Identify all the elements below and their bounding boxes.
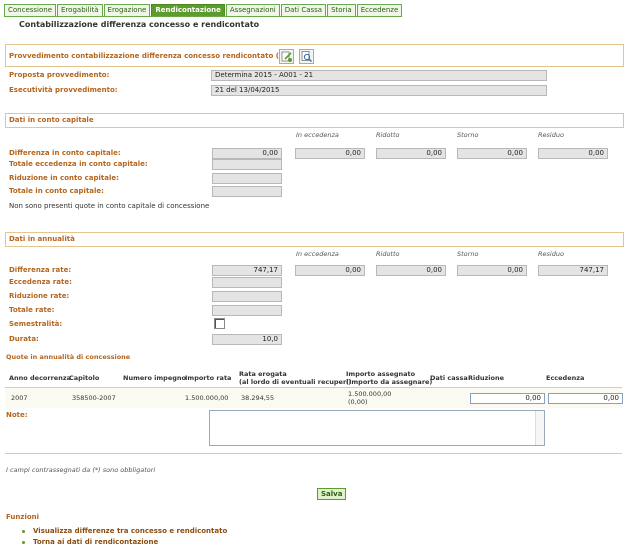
proposta-field[interactable]: Determina 2015 - A001 - 21 [211,70,547,81]
note-textarea[interactable] [209,410,545,446]
quote-title: Quote in annualità di concessione [6,353,131,361]
required-note: I campi contrassegnati da (*) sono obbli… [6,466,156,474]
cc-tot-ecc-field [212,159,282,170]
col-rata-2: (al lordo di eventuali recuperi) [239,378,352,386]
col-numero: Numero impegno [123,374,186,382]
cc-rid-label: Riduzione in conto capitale: [9,174,119,182]
row-importo: 1.500.000,00 [185,394,229,402]
bullet-icon [22,541,25,544]
search-icon[interactable] [299,49,314,64]
save-button[interactable]: Salva [317,488,347,500]
conto-capitale-section [5,113,624,128]
esecutivita-label: Esecutività provvedimento: [9,86,118,94]
cc-tot-label: Totale in conto capitale: [9,187,104,195]
an-header-residuo: Residuo [538,250,564,258]
col-assegnato-1: Importo assegnato [346,370,416,378]
note-divider [5,453,622,454]
conto-capitale-title: Dati in conto capitale [9,116,94,124]
an-eccedenza-value: 0,00 [295,265,365,276]
an-header-storno: Storno [457,250,479,258]
col-anno: Anno decorrenza [9,374,72,382]
an-ecc-label: Eccedenza rate: [9,278,72,286]
an-durata-label: Durata: [9,335,39,343]
col-riduzione: Riduzione [468,374,505,382]
an-diff-label: Differenza rate: [9,266,72,274]
an-residuo-value: 747,17 [538,265,608,276]
an-diff-value: 747,17 [212,265,282,276]
an-rid-label: Riduzione rate: [9,292,70,300]
cc-header-residuo: Residuo [538,131,564,139]
eccedenza-input[interactable]: 0,00 [548,393,623,404]
annualita-section [5,232,624,247]
col-assegnato-2: (Importo da assegnare) [346,378,433,386]
cc-eccedenza-value: 0,00 [295,148,365,159]
tab-underline [4,16,382,17]
cc-ridotto-value: 0,00 [376,148,446,159]
funzioni-title: Funzioni [6,513,40,521]
col-rata-1: Rata erogata [239,370,287,378]
semestralita-checkbox[interactable] [214,318,225,329]
edit-icon[interactable] [279,49,294,64]
bullet-icon [22,530,25,533]
col-cassa: Dati cassa [430,374,468,382]
cc-rid-field [212,173,282,184]
row-rata: 38.294,55 [241,394,275,402]
cc-note: Non sono presenti quote in conto capital… [9,202,210,210]
cc-diff-value: 0,00 [212,148,282,159]
cc-storno-value: 0,00 [457,148,527,159]
tab-bar: Concessione Erogabilità Erogazione Rendi… [4,4,403,17]
riduzione-input[interactable]: 0,00 [470,393,545,404]
an-durata-value: 10,0 [212,334,282,345]
annualita-title: Dati in annualità [9,235,75,243]
an-storno-value: 0,00 [457,265,527,276]
an-ridotto-value: 0,00 [376,265,446,276]
an-sem-label: Semestralità: [9,320,63,328]
an-tot-field [212,305,282,316]
esecutivita-field[interactable]: 21 del 13/04/2015 [211,85,547,96]
proposta-label: Proposta provvedimento: [9,71,110,79]
cc-diff-label: Differenza in conto capitale: [9,149,121,157]
cc-header-ridotto: Ridotto [376,131,400,139]
cc-tot-field [212,186,282,197]
col-importo: Importo rata [185,374,232,382]
link-visualizza-differenze[interactable]: Visualizza differenze tra concesso e ren… [33,527,227,535]
an-header-ridotto: Ridotto [376,250,400,258]
an-rid-field [212,291,282,302]
an-tot-label: Totale rate: [9,306,55,314]
cc-header-eccedenza: In eccedenza [296,131,339,139]
note-scrollbar[interactable] [535,411,544,445]
col-eccedenza: Eccedenza [546,374,585,382]
col-capitolo: Capitolo [69,374,100,382]
provvedimento-title: Provvedimento contabilizzazione differen… [9,52,286,60]
row-da-assegnare: (0,00) [348,398,368,406]
note-label: Note: [6,411,28,419]
cc-header-storno: Storno [457,131,479,139]
link-torna-rendicontazione[interactable]: Torna ai dati di rendicontazione [33,538,158,546]
row-anno: 2007 [11,394,28,402]
cc-tot-ecc-label: Totale eccedenza in conto capitale: [9,160,148,168]
cc-residuo-value: 0,00 [538,148,608,159]
page-title: Contabilizzazione differenza concesso e … [19,20,260,29]
an-header-eccedenza: In eccedenza [296,250,339,258]
row-capitolo: 358500-2007 [72,394,116,402]
an-ecc-field [212,277,282,288]
row-assegnato: 1.500.000,00 [348,390,392,398]
